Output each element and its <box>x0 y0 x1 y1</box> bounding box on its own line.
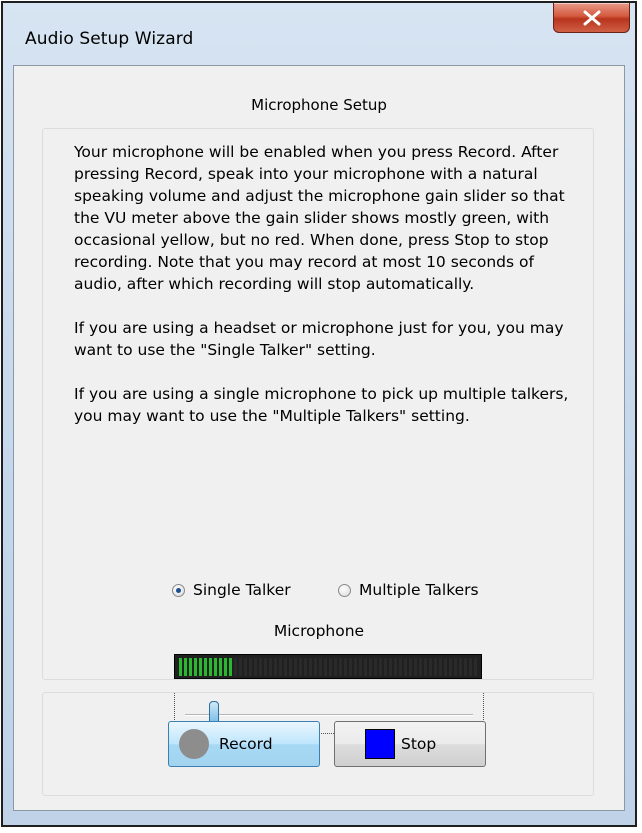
single-talker-radio-circle[interactable] <box>172 583 185 597</box>
vu-segment <box>259 657 262 676</box>
vu-segment <box>219 657 222 676</box>
vu-segment <box>269 657 272 676</box>
vu-segment <box>414 657 417 676</box>
vu-segment <box>204 657 207 676</box>
vu-segment <box>314 657 317 676</box>
vu-segment <box>409 657 412 676</box>
vu-segment <box>224 657 227 676</box>
instructions-paragraph-1: Your microphone will be enabled when you… <box>74 143 565 293</box>
vu-segment <box>399 657 402 676</box>
vu-segment <box>349 657 352 676</box>
vu-segment <box>249 657 252 676</box>
vu-meter <box>174 654 482 679</box>
instructions-text: Your microphone will be enabled when you… <box>74 141 584 449</box>
vu-segment <box>324 657 327 676</box>
vu-segment <box>454 657 457 676</box>
client-area: Microphone Setup Your microphone will be… <box>13 65 625 811</box>
vu-segment <box>319 657 322 676</box>
vu-segment <box>279 657 282 676</box>
vu-segment <box>309 657 312 676</box>
vu-segment <box>464 657 467 676</box>
single-talker-radio[interactable]: Single Talker <box>172 581 291 599</box>
talker-mode-radio-group: Single Talker Multiple Talkers <box>14 581 624 603</box>
vu-segment <box>244 657 247 676</box>
record-button-label: Record <box>219 735 273 753</box>
vu-segment <box>229 657 232 676</box>
section-title: Microphone Setup <box>251 96 387 114</box>
vu-segment <box>439 657 442 676</box>
multiple-talkers-label: Multiple Talkers <box>359 581 479 599</box>
vu-segment <box>449 657 452 676</box>
close-x-icon <box>583 10 601 26</box>
vu-segment <box>184 657 187 676</box>
vu-segment <box>189 657 192 676</box>
vu-segment <box>364 657 367 676</box>
vu-segment <box>264 657 267 676</box>
vu-segment <box>274 657 277 676</box>
vu-segment <box>394 657 397 676</box>
vu-segment <box>389 657 392 676</box>
audio-setup-window: Audio Setup Wizard Microphone Setup Your… <box>1 1 637 827</box>
vu-segment <box>284 657 287 676</box>
vu-segment <box>299 657 302 676</box>
vu-segment <box>384 657 387 676</box>
vu-segment <box>289 657 292 676</box>
vu-segment <box>444 657 447 676</box>
vu-segment <box>294 657 297 676</box>
vu-segment <box>334 657 337 676</box>
vu-segment <box>194 657 197 676</box>
single-talker-label: Single Talker <box>193 581 291 599</box>
vu-segment <box>344 657 347 676</box>
vu-segment <box>199 657 202 676</box>
vu-segment <box>359 657 362 676</box>
vu-segment <box>209 657 212 676</box>
vu-segment <box>329 657 332 676</box>
vu-segment <box>419 657 422 676</box>
vu-segment <box>339 657 342 676</box>
vu-segment <box>459 657 462 676</box>
vu-segment <box>304 657 307 676</box>
vu-segment <box>404 657 407 676</box>
stop-button-label: Stop <box>401 735 437 753</box>
multiple-talkers-radio[interactable]: Multiple Talkers <box>338 581 479 599</box>
vu-segment <box>469 657 472 676</box>
vu-segment <box>239 657 242 676</box>
record-button[interactable]: Record <box>168 721 320 767</box>
stop-button[interactable]: Stop <box>334 721 486 767</box>
multiple-talkers-radio-circle[interactable] <box>338 583 351 597</box>
vu-segment <box>179 657 182 676</box>
microphone-label: Microphone <box>273 622 365 640</box>
vu-segment <box>254 657 257 676</box>
stop-square-icon <box>365 729 395 759</box>
vu-segment <box>474 657 477 676</box>
record-circle-icon <box>179 729 209 759</box>
instructions-paragraph-2: If you are using a headset or microphone… <box>74 319 564 359</box>
vu-segment <box>434 657 437 676</box>
vu-segment <box>379 657 382 676</box>
vu-segment <box>429 657 432 676</box>
instructions-paragraph-3: If you are using a single microphone to … <box>74 385 569 425</box>
vu-segment <box>214 657 217 676</box>
vu-segment <box>369 657 372 676</box>
vu-segment <box>374 657 377 676</box>
vu-segment <box>234 657 237 676</box>
close-button[interactable] <box>553 3 630 33</box>
vu-segment <box>354 657 357 676</box>
window-title: Audio Setup Wizard <box>25 29 194 49</box>
vu-segment <box>424 657 427 676</box>
